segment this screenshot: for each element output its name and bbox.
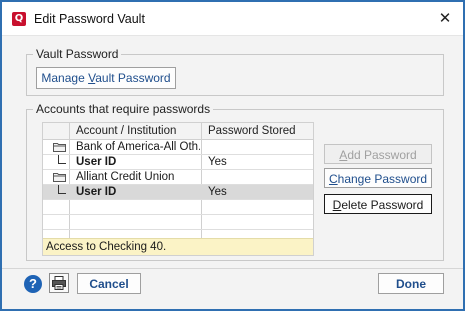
field-name: User ID: [76, 186, 117, 198]
tree-branch-connector: [58, 155, 66, 164]
table-header: Account / Institution Password Stored: [43, 123, 313, 140]
manage-vault-password-button[interactable]: Manage Vault Password: [36, 67, 176, 89]
accounts-table: Account / Institution Password Stored Ba…: [42, 122, 314, 256]
window-title: Edit Password Vault: [34, 12, 145, 26]
edit-password-vault-dialog: Q Edit Password Vault ✕ Vault Password M…: [0, 0, 465, 311]
change-password-button[interactable]: Change Password: [324, 168, 432, 188]
cancel-button[interactable]: Cancel: [77, 273, 141, 294]
title-bar: Q Edit Password Vault ✕: [2, 2, 463, 36]
field-name: User ID: [76, 156, 117, 168]
table-row-selected[interactable]: User ID Yes: [43, 185, 313, 200]
folder-icon: [53, 143, 66, 152]
status-bar: Access to Checking 40.: [43, 238, 313, 255]
done-button[interactable]: Done: [378, 273, 444, 294]
accounts-group: Accounts that require passwords Account …: [26, 102, 444, 261]
folder-icon: [53, 173, 66, 182]
empty-table-row: [43, 215, 313, 230]
institution-name: Alliant Credit Union: [76, 171, 175, 183]
password-stored-value: Yes: [208, 156, 227, 168]
institution-name: Bank of America-All Oth...: [76, 141, 200, 153]
table-row[interactable]: Alliant Credit Union: [43, 170, 313, 185]
printer-icon: [52, 276, 66, 290]
vault-password-group: Vault Password Manage Vault Password: [26, 47, 444, 96]
help-icon[interactable]: ?: [24, 275, 42, 293]
accounts-legend: Accounts that require passwords: [33, 102, 214, 116]
password-stored-value: Yes: [208, 186, 227, 198]
print-button[interactable]: [49, 273, 69, 293]
delete-password-button[interactable]: Delete Password: [324, 194, 432, 214]
column-header-account[interactable]: Account / Institution: [76, 125, 176, 137]
empty-table-row: [43, 200, 313, 215]
status-text: Access to Checking 40.: [46, 241, 167, 253]
column-header-password-stored[interactable]: Password Stored: [208, 125, 296, 137]
vault-password-legend: Vault Password: [33, 47, 122, 61]
add-password-button[interactable]: Add Password: [324, 144, 432, 164]
footer-divider: [2, 268, 463, 269]
table-row[interactable]: User ID Yes: [43, 155, 313, 170]
table-row[interactable]: Bank of America-All Oth...: [43, 140, 313, 155]
close-icon[interactable]: ✕: [437, 10, 453, 26]
tree-branch-connector: [58, 185, 66, 194]
quicken-q-icon: Q: [12, 12, 26, 26]
